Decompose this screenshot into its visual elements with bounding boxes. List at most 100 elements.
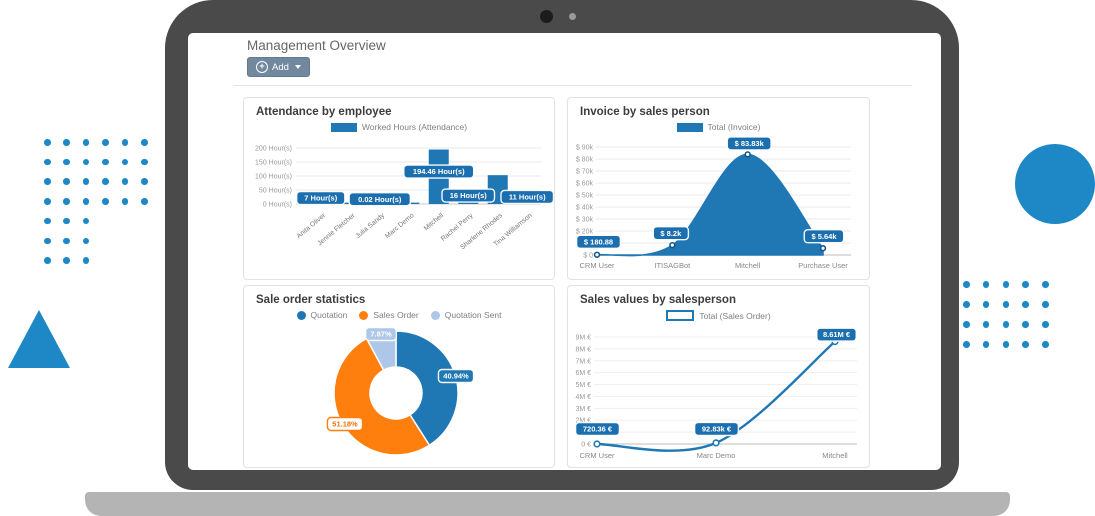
decorative-dot xyxy=(63,218,70,225)
decorative-dot xyxy=(963,321,970,328)
decorative-dot xyxy=(83,139,90,146)
card-sale-order-statistics: Sale order statistics QuotationSales Ord… xyxy=(243,285,555,468)
decorative-dot xyxy=(1003,281,1010,288)
svg-text:$ 40k: $ 40k xyxy=(576,205,594,212)
svg-text:194.46 Hour(s): 194.46 Hour(s) xyxy=(413,167,465,176)
svg-text:$ 83.83k: $ 83.83k xyxy=(735,139,765,148)
decorative-dot xyxy=(102,178,109,185)
laptop-base xyxy=(85,492,1010,516)
svg-text:ITISAGBot: ITISAGBot xyxy=(654,261,691,270)
svg-text:Purchase User: Purchase User xyxy=(798,261,848,270)
decorative-dot xyxy=(44,238,51,245)
svg-text:92.83k €: 92.83k € xyxy=(702,424,732,433)
svg-text:3M €: 3M € xyxy=(575,406,591,413)
card-sales-values-by-salesperson: Sales values by salesperson Total (Sales… xyxy=(567,285,870,468)
svg-text:8.61M €: 8.61M € xyxy=(823,330,851,339)
card-invoice-by-sales-person: Invoice by sales person Total (Invoice) … xyxy=(567,97,870,280)
svg-text:Mitchell: Mitchell xyxy=(423,212,446,232)
chevron-down-icon xyxy=(295,65,301,69)
decorative-dot xyxy=(1042,321,1049,328)
svg-text:9M €: 9M € xyxy=(575,335,591,342)
svg-text:$ 30k: $ 30k xyxy=(576,217,594,224)
decorative-dot xyxy=(83,257,90,264)
decorative-dot xyxy=(44,178,51,185)
svg-text:CRM User: CRM User xyxy=(580,261,616,270)
svg-text:Mitchell: Mitchell xyxy=(735,261,761,270)
decorative-dot xyxy=(122,178,129,185)
svg-text:5M €: 5M € xyxy=(575,382,591,389)
svg-text:$ 60k: $ 60k xyxy=(576,181,594,188)
line-chart-sales-values: 0 €1M €2M €3M €4M €5M €6M €7M €8M €9M €C… xyxy=(568,286,869,467)
header-divider xyxy=(233,85,912,86)
page-title: Management Overview xyxy=(247,38,386,53)
decorative-dot xyxy=(1022,341,1029,348)
decorative-dot xyxy=(102,198,109,205)
decorative-circle xyxy=(1015,144,1095,224)
svg-text:Marc Demo: Marc Demo xyxy=(697,451,736,460)
laptop-frame: Management Overview + Add Attendance by … xyxy=(165,0,959,490)
decorative-dot xyxy=(122,198,129,205)
decorative-triangle xyxy=(8,310,70,368)
decorative-dot xyxy=(963,301,970,308)
decorative-dot xyxy=(44,198,51,205)
decorative-dot xyxy=(63,178,70,185)
svg-text:$ 0: $ 0 xyxy=(583,253,593,260)
svg-text:16 Hour(s): 16 Hour(s) xyxy=(450,191,488,200)
decorative-dot xyxy=(141,159,148,166)
decorative-dot xyxy=(983,281,990,288)
svg-text:4M €: 4M € xyxy=(575,394,591,401)
svg-text:0 Hour(s): 0 Hour(s) xyxy=(263,202,292,209)
decorative-dot xyxy=(44,218,51,225)
svg-text:200 Hour(s): 200 Hour(s) xyxy=(255,146,292,153)
dashboard-screen: Management Overview + Add Attendance by … xyxy=(188,33,941,470)
decorative-dot xyxy=(983,301,990,308)
decorative-dot xyxy=(63,198,70,205)
decorative-dot xyxy=(963,281,970,288)
decorative-dot xyxy=(83,198,90,205)
decorative-dot xyxy=(44,159,51,166)
decorative-dot xyxy=(1022,321,1029,328)
decorative-dot xyxy=(122,159,129,166)
svg-text:CRM User: CRM User xyxy=(580,451,616,460)
decorative-dot xyxy=(1042,341,1049,348)
svg-text:$ 50k: $ 50k xyxy=(576,193,594,200)
camera-led-icon xyxy=(569,13,576,20)
svg-text:$ 70k: $ 70k xyxy=(576,169,594,176)
donut-chart-sale-orders: 40.94%51.18%7.87% xyxy=(244,286,554,467)
svg-text:40.94%: 40.94% xyxy=(443,372,469,381)
decorative-dot xyxy=(83,218,90,225)
decorative-dot xyxy=(1003,301,1010,308)
page: Management Overview + Add Attendance by … xyxy=(0,0,1095,516)
plus-circle-icon: + xyxy=(256,61,268,73)
decorative-dot xyxy=(1042,301,1049,308)
decorative-dot xyxy=(963,341,970,348)
decorative-dot xyxy=(63,159,70,166)
decorative-dot xyxy=(1022,281,1029,288)
add-button-label: Add xyxy=(272,62,289,73)
card-attendance-by-employee: Attendance by employee Worked Hours (Att… xyxy=(243,97,555,280)
svg-text:51.18%: 51.18% xyxy=(332,420,358,429)
decorative-dot xyxy=(141,198,148,205)
area-chart-invoice: $ 0$ 10k$ 20k$ 30k$ 40k$ 50k$ 60k$ 70k$ … xyxy=(568,98,869,279)
decorative-dot xyxy=(1003,341,1010,348)
decorative-dot xyxy=(983,341,990,348)
svg-text:150 Hour(s): 150 Hour(s) xyxy=(255,160,292,167)
decorative-dot xyxy=(63,238,70,245)
decorative-dot xyxy=(141,178,148,185)
decorative-dot xyxy=(1042,281,1049,288)
svg-text:6M €: 6M € xyxy=(575,370,591,377)
decorative-dot xyxy=(1003,321,1010,328)
decorative-dot xyxy=(44,257,51,264)
svg-text:Marc Demo: Marc Demo xyxy=(384,212,416,240)
decorative-dot xyxy=(122,139,129,146)
bar-chart-attendance: 0 Hour(s)50 Hour(s)100 Hour(s)150 Hour(s… xyxy=(244,98,554,279)
camera-icon xyxy=(540,10,553,23)
svg-text:$ 90k: $ 90k xyxy=(576,145,594,152)
decorative-dot xyxy=(44,139,51,146)
svg-text:720.36 €: 720.36 € xyxy=(583,425,613,434)
add-button[interactable]: + Add xyxy=(247,57,310,77)
svg-text:7M €: 7M € xyxy=(575,358,591,365)
svg-text:50 Hour(s): 50 Hour(s) xyxy=(259,188,292,195)
svg-text:$ 20k: $ 20k xyxy=(576,229,594,236)
decorative-dot xyxy=(83,159,90,166)
